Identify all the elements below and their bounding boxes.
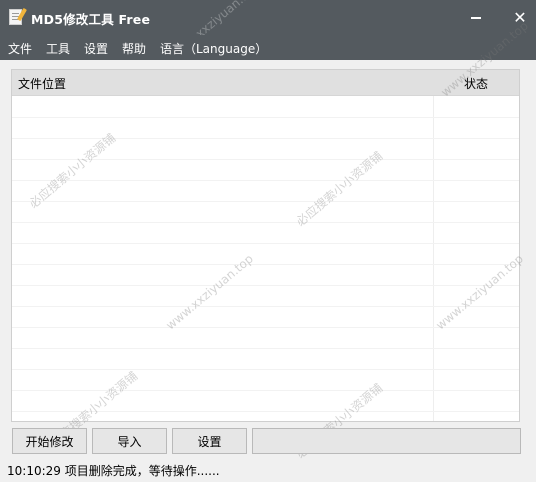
menu-settings[interactable]: 设置 <box>84 40 108 57</box>
menu-tools[interactable]: 工具 <box>46 40 70 57</box>
window-title: MD5修改工具 Free <box>31 12 151 27</box>
row-gridline <box>12 222 519 223</box>
menu-bar: 文件 工具 设置 帮助 语言（Language） <box>0 35 536 60</box>
row-gridline <box>12 180 519 181</box>
close-button[interactable]: ✕ <box>507 0 533 35</box>
column-header-path[interactable]: 文件位置 <box>18 75 66 92</box>
row-gridline <box>12 306 519 307</box>
row-gridline <box>12 327 519 328</box>
settings-button[interactable]: 设置 <box>172 428 247 454</box>
menu-help[interactable]: 帮助 <box>122 40 146 57</box>
import-button[interactable]: 导入 <box>92 428 167 454</box>
row-gridline <box>12 348 519 349</box>
menu-language[interactable]: 语言（Language） <box>160 40 267 57</box>
row-gridline <box>12 243 519 244</box>
start-modify-button[interactable]: 开始修改 <box>12 428 87 454</box>
menu-file[interactable]: 文件 <box>8 40 32 57</box>
notepad-pencil-icon <box>9 9 22 25</box>
row-gridline <box>12 264 519 265</box>
row-gridline <box>12 117 519 118</box>
row-gridline <box>12 390 519 391</box>
file-list[interactable]: 文件位置 状态 <box>11 69 520 422</box>
row-gridline <box>12 201 519 202</box>
row-gridline <box>12 285 519 286</box>
status-text: 10:10:29 项目删除完成，等待操作...... <box>7 464 220 478</box>
progress-bar <box>252 428 521 454</box>
row-gridline <box>12 369 519 370</box>
minimize-button[interactable] <box>463 0 489 35</box>
minimize-icon <box>471 17 481 19</box>
row-gridline <box>12 138 519 139</box>
column-header-status[interactable]: 状态 <box>464 75 488 92</box>
title-bar[interactable]: MD5修改工具 Free ✕ www.xxziyuan.top <box>0 0 536 61</box>
row-gridline <box>12 159 519 160</box>
list-header: 文件位置 状态 <box>12 70 519 96</box>
row-gridline <box>12 411 519 412</box>
close-icon: ✕ <box>513 7 527 27</box>
column-divider <box>433 96 434 421</box>
